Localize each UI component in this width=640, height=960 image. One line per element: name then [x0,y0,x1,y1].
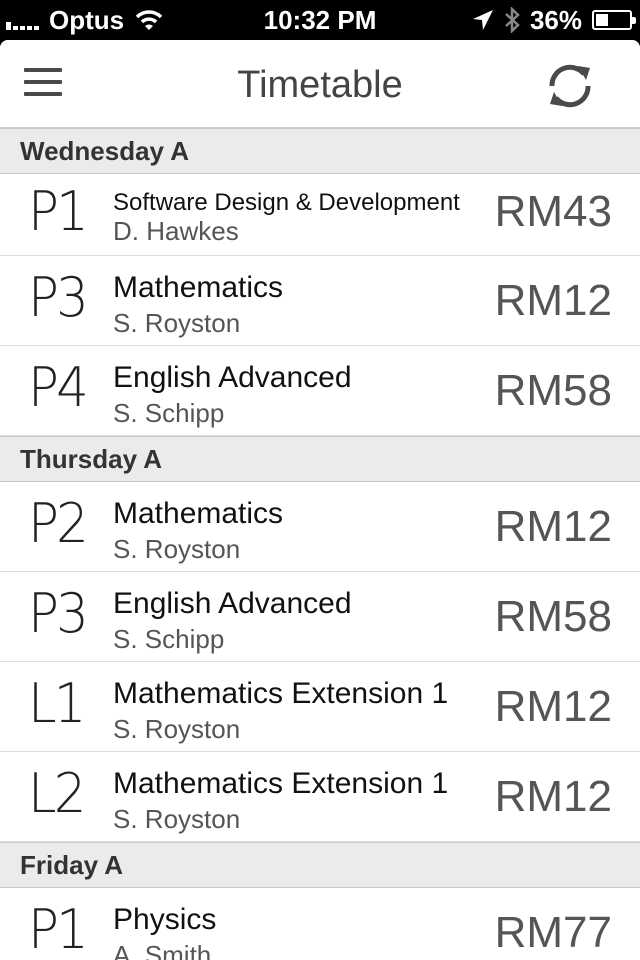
class-room: RM12 [494,682,612,731]
class-teacher: A. Smith [113,940,212,960]
class-subject: Physics [113,903,217,936]
class-teacher: S. Royston [113,534,241,564]
class-row[interactable]: P4 English Advanced S. Schipp RM58 [0,346,640,436]
class-period: P4 [28,356,89,419]
class-row[interactable]: P3 English Advanced S. Schipp RM58 [0,572,640,662]
class-period: P3 [28,582,89,645]
class-teacher: D. Hawkes [113,216,239,246]
class-room: RM12 [494,772,612,821]
class-subject: English Advanced [113,361,352,394]
class-teacher: S. Royston [113,804,241,834]
class-room: RM12 [494,502,612,551]
class-period: P1 [28,180,89,243]
day-header: Thursday A [0,436,640,482]
class-period: L1 [28,672,86,735]
battery-level-fill [596,14,609,26]
class-teacher: S. Royston [113,714,241,744]
navigation-bar: Timetable [0,40,640,128]
class-subject: Mathematics Extension 1 [113,767,449,800]
class-subject: English Advanced [113,587,352,620]
class-teacher: S. Schipp [113,624,225,654]
class-period: L2 [28,762,86,825]
class-row[interactable]: P2 Mathematics S. Royston RM12 [0,482,640,572]
timetable-list: Wednesday A P1 Software Design & Developme… [0,128,640,960]
battery-icon [592,10,636,30]
class-row[interactable]: P1 Software Design & Development D. Hawkes… [0,174,640,256]
class-room: RM12 [494,276,612,325]
class-row[interactable]: L2 Mathematics Extension 1 S. Royston RM12 [0,752,640,842]
class-subject: Mathematics [113,497,284,530]
class-row[interactable]: P3 Mathematics S. Royston RM12 [0,256,640,346]
day-header: Wednesday A [0,128,640,174]
bluetooth-icon [505,7,520,33]
class-teacher: S. Schipp [113,398,225,428]
app-screen: Timetable Wednesday A P1 Software Design &… [0,40,640,960]
class-period: P1 [28,898,89,960]
location-arrow-icon [472,10,493,30]
class-period: P3 [28,266,89,329]
class-room: RM43 [494,187,612,236]
class-teacher: S. Royston [113,308,241,338]
battery-percent: 36% [529,4,582,35]
class-row[interactable]: L1 Mathematics Extension 1 S. Royston RM12 [0,662,640,752]
class-row[interactable]: P1 Physics A. Smith RM77 [0,888,640,960]
class-room: RM77 [494,908,612,957]
refresh-icon[interactable] [544,60,596,112]
class-period: P2 [28,492,89,555]
status-bar: Optus 10:32 PM 36% [0,0,640,40]
class-subject: Mathematics Extension 1 [113,677,449,710]
class-room: RM58 [494,592,612,641]
status-right: 36% [462,4,636,36]
class-subject: Mathematics [113,271,284,304]
class-subject: Software Design & Development [113,189,460,216]
class-room: RM58 [494,366,612,415]
day-header: Friday A [0,842,640,888]
